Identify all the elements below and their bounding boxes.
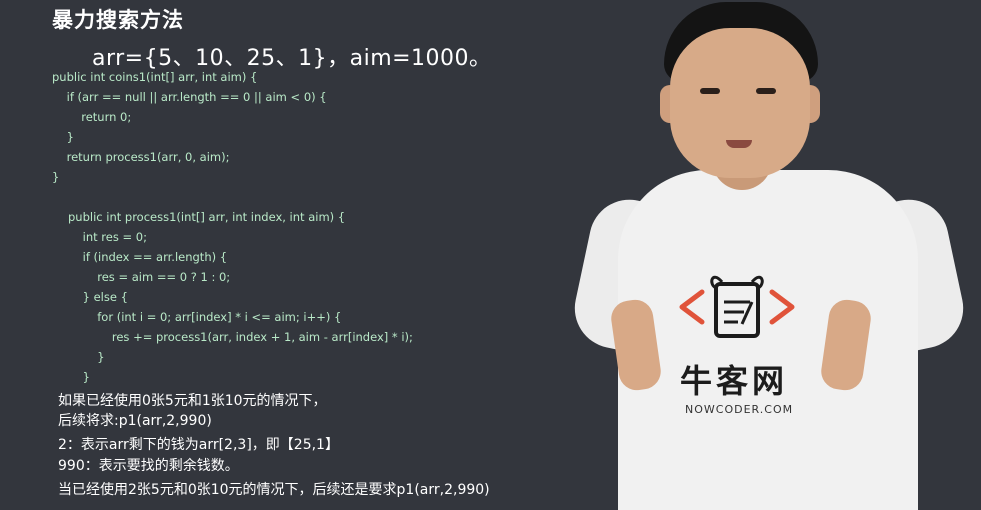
- shirt-logo-subtitle: NOWCODER.COM: [685, 403, 794, 416]
- right-eye: [756, 88, 776, 94]
- left-eye: [700, 88, 720, 94]
- code-line: }: [52, 130, 74, 144]
- code-line: if (arr == null || arr.length == 0 || ai…: [52, 90, 327, 104]
- code-line: }: [68, 370, 90, 384]
- slide-title: 暴力搜索方法: [52, 8, 184, 32]
- presenter: 牛客网 NOWCODER.COM: [560, 0, 981, 510]
- code-line: public int coins1(int[] arr, int aim) {: [52, 70, 258, 84]
- head: [670, 28, 810, 178]
- note-line: 990：表示要找的剩余钱数。: [58, 458, 239, 474]
- code-line: int res = 0;: [68, 230, 147, 244]
- code-line: res = aim == 0 ? 1 : 0;: [68, 270, 231, 284]
- code-line: }: [52, 170, 60, 184]
- code-line: return 0;: [52, 110, 132, 124]
- note-line: 2：表示arr剩下的钱为arr[2,3]，即【25,1】: [58, 437, 339, 453]
- code-line: public int process1(int[] arr, int index…: [68, 210, 346, 224]
- nowcoder-logo-icon: [679, 275, 795, 338]
- code-line: res += process1(arr, index + 1, aim - ar…: [68, 330, 413, 344]
- lecture-slide: 暴力搜索方法 arr={5、10、25、1}，aim=1000。 public …: [0, 0, 981, 510]
- shirt-logo-text: 牛客网: [680, 362, 789, 400]
- note-line: 后续将求:p1(arr,2,990): [58, 413, 212, 429]
- code-line: return process1(arr, 0, aim);: [52, 150, 230, 164]
- note-line: 如果已经使用0张5元和1张10元的情况下，: [58, 393, 327, 409]
- code-line: }: [68, 350, 105, 364]
- code-line: if (index == arr.length) {: [68, 250, 228, 264]
- mouth: [726, 140, 752, 148]
- code-line: } else {: [68, 290, 128, 304]
- slide-subtitle: arr={5、10、25、1}，aim=1000。: [92, 46, 492, 71]
- note-line: 当已经使用2张5元和0张10元的情况下，后续还是要求p1(arr,2,990): [58, 482, 490, 498]
- code-line: for (int i = 0; arr[index] * i <= aim; i…: [68, 310, 342, 324]
